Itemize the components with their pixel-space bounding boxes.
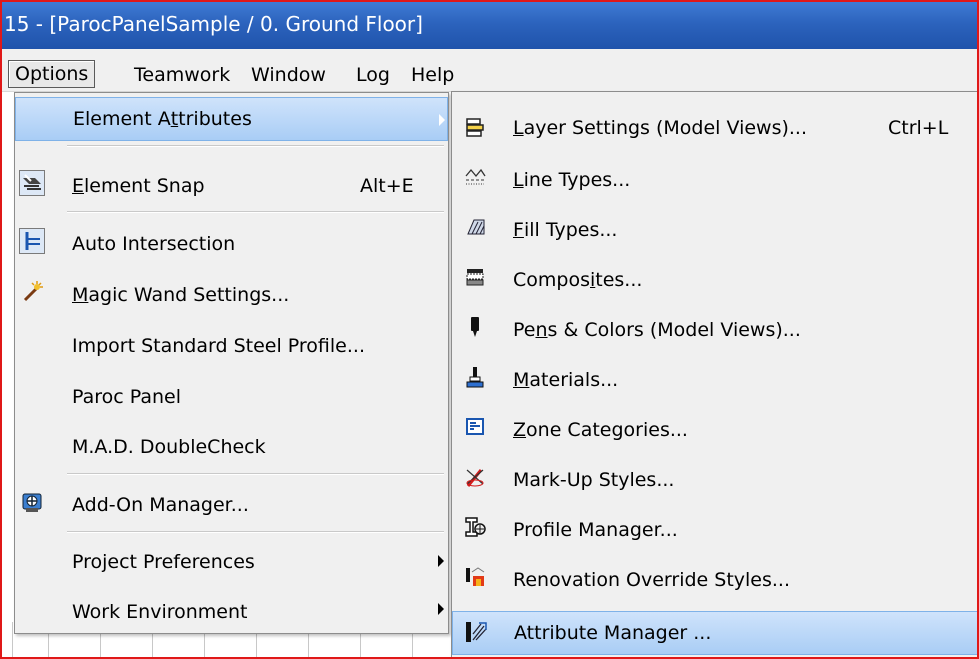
- title-bar: 15 - [ParocPanelSample / 0. Ground Floor…: [2, 2, 977, 49]
- menu-item-mad-doublecheck[interactable]: M.A.D. DoubleCheck: [15, 423, 448, 471]
- menu-item-label: Import Standard Steel Profile...: [72, 335, 365, 357]
- attribute-manager-icon: [463, 619, 489, 645]
- menu-item-label: M.A.D. DoubleCheck: [72, 436, 266, 458]
- menu-item-work-environment[interactable]: Work Environment: [15, 588, 448, 636]
- intersection-icon: [19, 228, 45, 254]
- menu-item-label: Profile Manager...: [513, 519, 678, 541]
- markup-icon: [462, 464, 488, 490]
- menu-item-label: Project Preferences: [72, 551, 255, 573]
- menu-item-project-preferences[interactable]: Project Preferences: [15, 538, 448, 586]
- menu-item-label: Auto Intersection: [72, 233, 236, 255]
- renovation-icon: [462, 564, 488, 590]
- menu-item-label: Paroc Panel: [72, 386, 182, 408]
- profile-manager-icon: [462, 514, 488, 540]
- pen-icon: [462, 314, 488, 340]
- menu-item-profile-manager[interactable]: Profile Manager...: [452, 506, 977, 554]
- submenu-arrow-icon: [439, 114, 445, 126]
- materials-icon: [462, 364, 488, 390]
- menu-item-label: Add-On Manager...: [72, 494, 249, 516]
- menu-window[interactable]: Window: [251, 62, 326, 88]
- submenu-arrow-icon: [438, 603, 444, 615]
- menu-item-renovation-override[interactable]: Renovation Override Styles...: [452, 556, 977, 604]
- menu-item-magic-wand-settings[interactable]: Magic Wand Settings...: [15, 271, 448, 319]
- menu-item-element-attributes[interactable]: Element At tributes: [15, 97, 448, 141]
- line-types-icon: [462, 164, 488, 190]
- window-title: 15 - [ParocPanelSample / 0. Ground Floor…: [4, 12, 423, 36]
- options-menu: Element At tributes Element Snap Alt+E Au…: [14, 92, 449, 634]
- zone-icon: [462, 414, 488, 440]
- menu-item-element-snap[interactable]: Element Snap Alt+E: [15, 162, 448, 210]
- menu-log[interactable]: Log: [356, 62, 390, 88]
- addon-manager-icon: [19, 489, 45, 515]
- element-attributes-submenu: Layer Settings (Model Views)... Ctrl+L L…: [451, 91, 977, 657]
- menu-item-label: Renovation Override Styles...: [513, 569, 791, 591]
- menu-teamwork[interactable]: Teamwork: [134, 62, 230, 88]
- menu-item-layer-settings[interactable]: Layer Settings (Model Views)... Ctrl+L: [452, 104, 977, 152]
- shortcut-alt-e: Alt+E: [360, 175, 414, 197]
- menu-item-add-on-manager[interactable]: Add-On Manager...: [15, 481, 448, 529]
- menu-item-label: Attribute Manager ...: [514, 622, 712, 644]
- magic-wand-icon: [19, 279, 45, 305]
- menu-item-pens-colors[interactable]: Pe n s & Colors (Model Views)...: [452, 306, 977, 354]
- menu-item-paroc-panel[interactable]: Paroc Panel: [15, 373, 448, 421]
- menu-item-materials[interactable]: Materials...: [452, 356, 977, 404]
- menu-bar: Options Teamwork Window Log Help: [2, 49, 977, 92]
- layers-icon: [462, 114, 488, 140]
- snap-icon: [19, 170, 45, 196]
- menu-help[interactable]: Help: [411, 62, 454, 88]
- screenshot-frame: 15 - [ParocPanelSample / 0. Ground Floor…: [0, 0, 979, 659]
- menu-item-line-types[interactable]: Line Types...: [452, 156, 977, 204]
- menu-item-fill-types[interactable]: Fill Types...: [452, 206, 977, 254]
- menu-item-attribute-manager[interactable]: Attribute Manager ...: [452, 611, 977, 655]
- menu-item-label: Mark-Up Styles...: [513, 469, 675, 491]
- shortcut-ctrl-l: Ctrl+L: [888, 117, 949, 139]
- menu-item-composites[interactable]: Compos i tes...: [452, 256, 977, 304]
- submenu-arrow-icon: [438, 555, 444, 567]
- menu-item-import-steel-profile[interactable]: Import Standard Steel Profile...: [15, 322, 448, 370]
- menu-item-auto-intersection[interactable]: Auto Intersection: [15, 220, 448, 268]
- menu-options[interactable]: Options: [8, 60, 96, 88]
- menu-item-markup-styles[interactable]: Mark-Up Styles...: [452, 456, 977, 504]
- composites-icon: [462, 264, 488, 290]
- menu-item-zone-categories[interactable]: Zone Categories...: [452, 406, 977, 454]
- fill-types-icon: [462, 214, 488, 240]
- menu-item-label: Work Environment: [72, 601, 248, 623]
